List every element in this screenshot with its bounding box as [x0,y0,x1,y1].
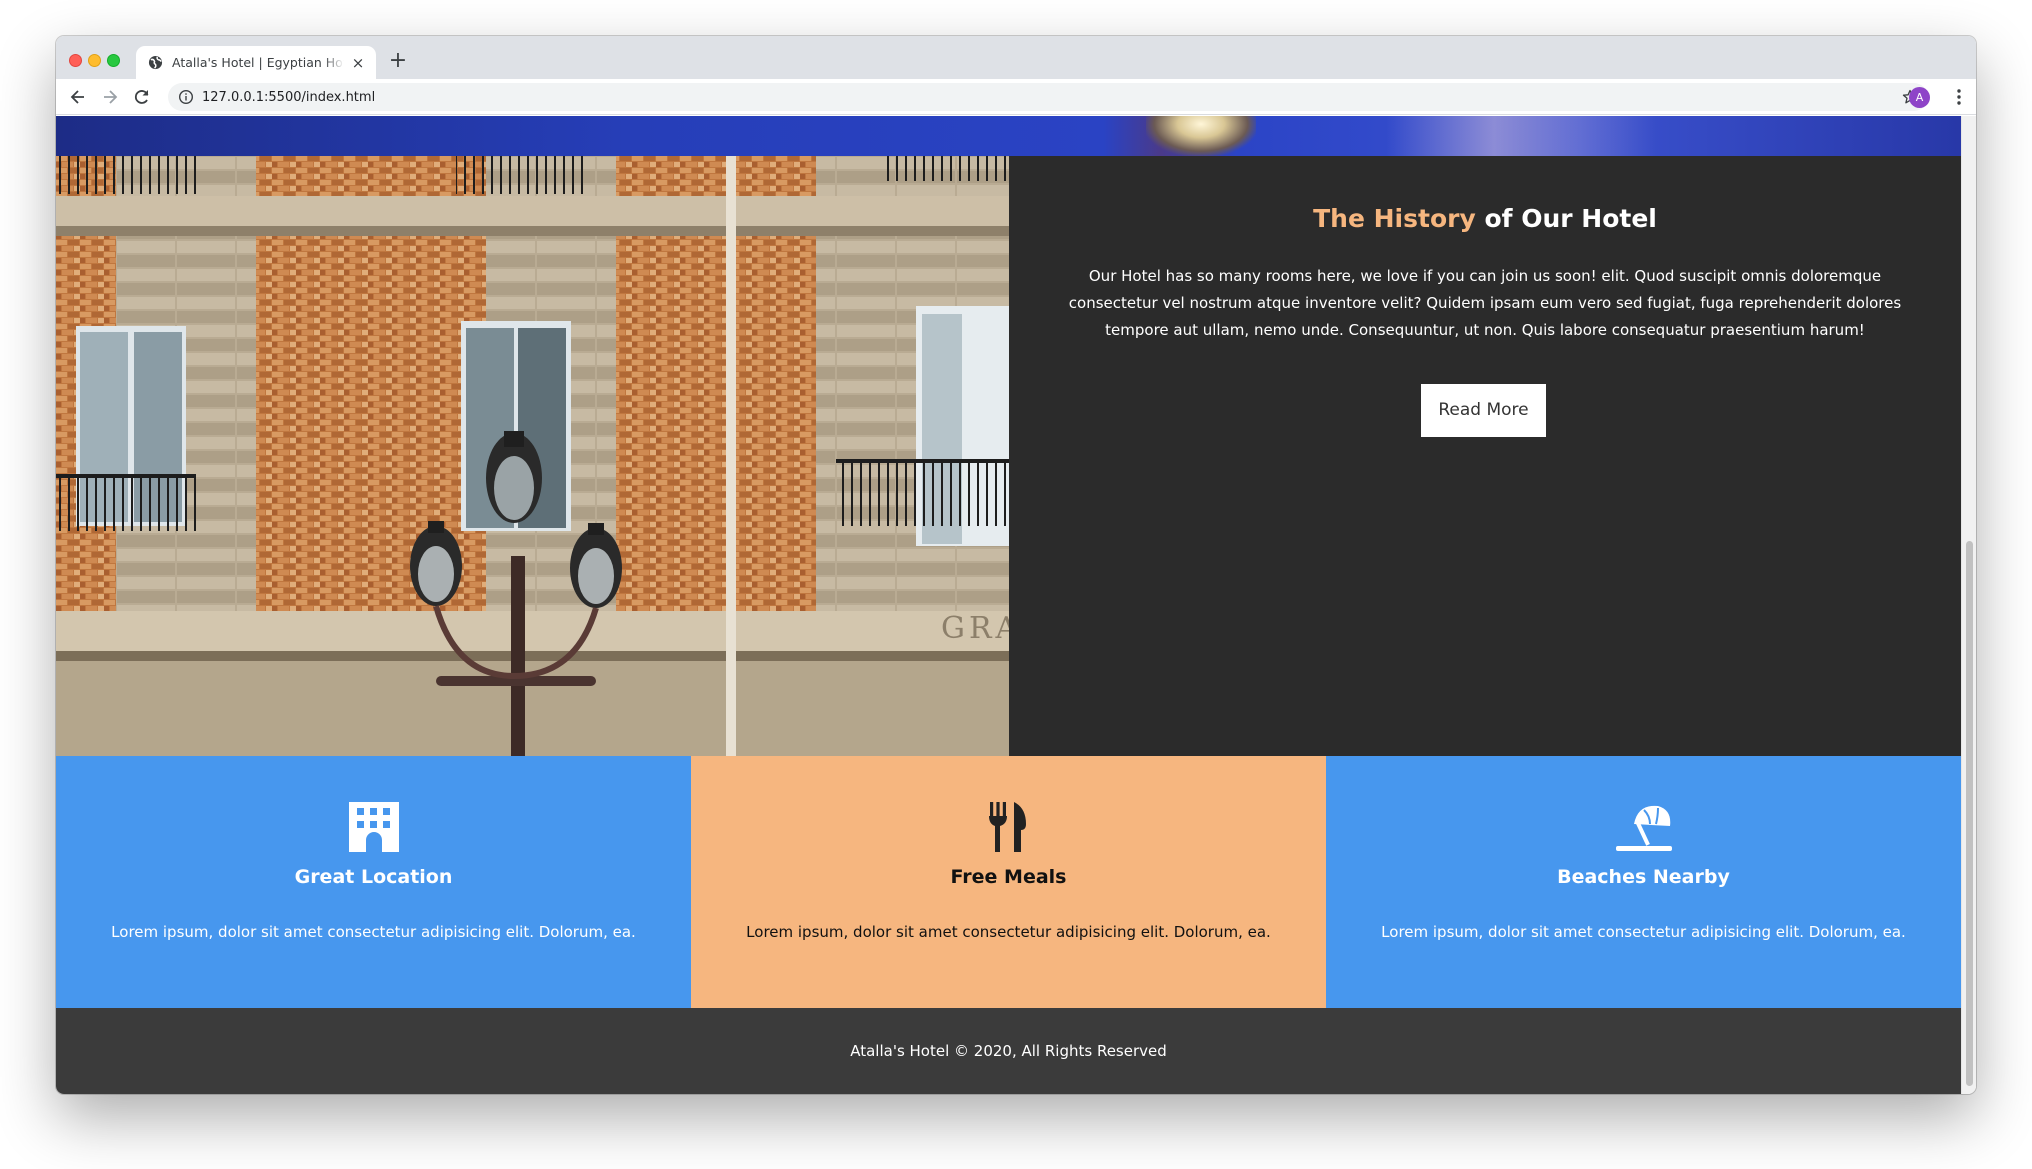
window-maximize-button[interactable] [107,54,120,67]
history-title: The History of Our Hotel [1009,204,1961,233]
tab-title: Atalla's Hotel | Egyptian Hotel [172,55,344,70]
globe-icon [148,55,163,70]
new-tab-button[interactable]: + [386,50,410,74]
reload-icon[interactable] [132,87,152,107]
tab-strip: Atalla's Hotel | Egyptian Hotel × + [56,36,1976,79]
scrollbar-thumb[interactable] [1966,541,1973,1086]
history-title-accent: The History [1313,204,1476,233]
menu-icon[interactable] [1949,87,1969,107]
feature-text: Lorem ipsum, dolor sit amet consectetur … [111,923,636,941]
browser-toolbar: 127.0.0.1:5500/index.html A [56,79,1976,115]
page-scrollbar[interactable] [1961,116,1976,1094]
history-panel: The History of Our Hotel Our Hotel has s… [1009,156,1961,756]
features-section: Great Location Lorem ipsum, dolor sit am… [56,756,1961,1008]
read-more-button[interactable]: Read More [1421,384,1546,437]
page-viewport: GRAND The History of Our Hotel [56,116,1961,1094]
svg-text:GRAND: GRAND [941,611,1009,646]
umbrella-beach-icon [1616,805,1672,851]
building-photo: GRAND [56,156,1009,756]
utensils-icon [989,802,1026,852]
history-description: Our Hotel has so many rooms here, we lov… [1068,267,1902,339]
forward-icon[interactable] [100,87,120,107]
window-close-button[interactable] [69,54,82,67]
history-title-rest: of Our Hotel [1475,204,1657,233]
feature-text: Lorem ipsum, dolor sit amet consectetur … [1381,923,1906,941]
tab-close-icon[interactable]: × [350,55,366,71]
browser-tab[interactable]: Atalla's Hotel | Egyptian Hotel × [136,46,376,79]
feature-text: Lorem ipsum, dolor sit amet consectetur … [746,923,1271,941]
footer-copyright: Atalla's Hotel © 2020, All Rights Reserv… [850,1042,1167,1060]
feature-card-meals: Free Meals Lorem ipsum, dolor sit amet c… [691,756,1326,1008]
hero-lamp-glow [1146,116,1256,156]
hero-image [56,116,1961,156]
history-section: GRAND The History of Our Hotel [56,156,1961,756]
feature-card-location: Great Location Lorem ipsum, dolor sit am… [56,756,691,1008]
page-footer: Atalla's Hotel © 2020, All Rights Reserv… [56,1008,1961,1094]
info-icon[interactable] [178,89,194,105]
profile-avatar[interactable]: A [1909,87,1930,108]
hero-curtain [1386,116,1656,156]
feature-card-beaches: Beaches Nearby Lorem ipsum, dolor sit am… [1326,756,1961,1008]
address-bar[interactable]: 127.0.0.1:5500/index.html [168,83,1928,111]
browser-window: Atalla's Hotel | Egyptian Hotel × + 127.… [56,36,1976,1094]
feature-title: Beaches Nearby [1557,866,1730,888]
url-text: 127.0.0.1:5500/index.html [202,89,376,105]
feature-title: Free Meals [950,866,1067,888]
feature-title: Great Location [294,866,453,888]
building-icon [349,802,399,852]
window-minimize-button[interactable] [88,54,101,67]
back-icon[interactable] [68,87,88,107]
